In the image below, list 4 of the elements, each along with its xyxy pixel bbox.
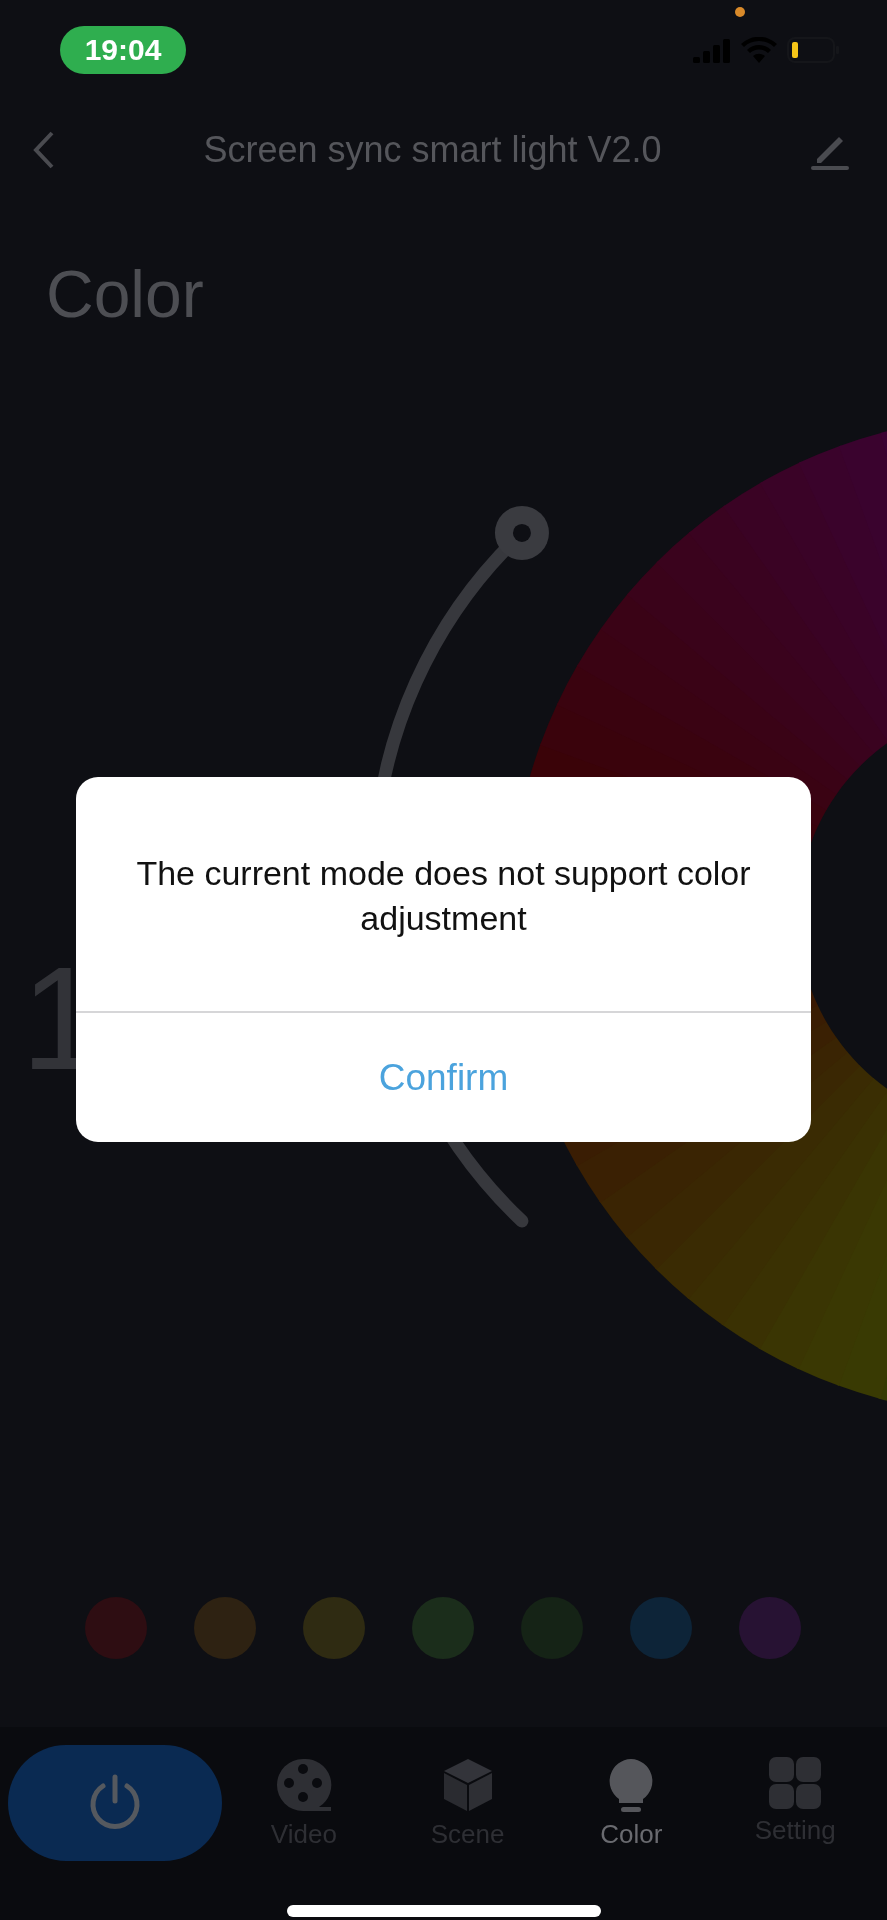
status-time: 19:04 [60, 26, 186, 74]
page-title: Color [46, 257, 204, 331]
dialog-message: The current mode does not support color adjustment [135, 853, 752, 939]
device-title: Screen sync smart light V2.0 [203, 129, 662, 171]
